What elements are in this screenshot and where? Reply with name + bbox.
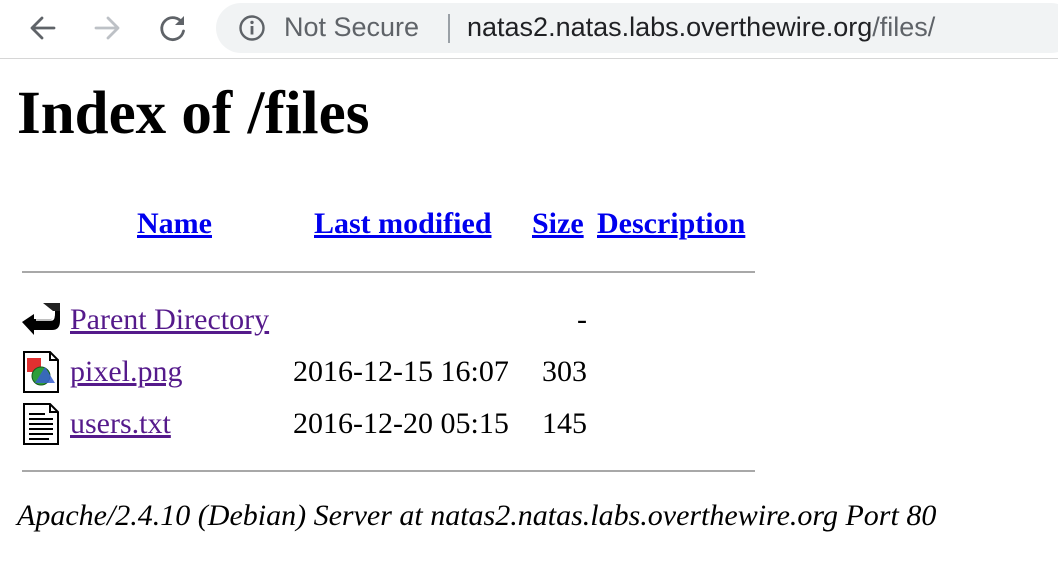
row-size: 145 [542, 407, 587, 440]
security-status-label[interactable]: Not Secure [284, 12, 419, 43]
row-size: - [577, 303, 587, 336]
url-host: natas2.natas.labs.overthewire.org [467, 12, 873, 42]
size-column-header[interactable]: Size [532, 209, 584, 239]
reload-button[interactable] [155, 10, 191, 46]
row-modified: 2016-12-15 16:07 [293, 355, 509, 388]
url-text[interactable]: natas2.natas.labs.overthewire.org/files/ [467, 12, 935, 43]
directory-listing: Name Last modified Size Description Pare… [17, 199, 762, 499]
row-size: 303 [542, 355, 587, 388]
parent-directory-link[interactable]: Parent Directory [70, 305, 269, 335]
row-modified: 2016-12-20 05:15 [293, 407, 509, 440]
text-file-icon [23, 403, 59, 445]
info-icon[interactable] [238, 14, 266, 42]
table-row: Parent Directory - [17, 299, 762, 351]
reload-icon [160, 16, 185, 41]
table-row: pixel.png 2016-12-15 16:07 303 [17, 351, 762, 403]
address-bar[interactable]: Not Secure natas2.natas.labs.overthewire… [216, 3, 1058, 53]
page-content: Index of /files Name Last modified Size … [0, 59, 1058, 568]
image-file-icon [23, 351, 59, 393]
url-path: /files/ [872, 12, 936, 42]
header-divider [22, 271, 755, 273]
arrow-left-icon [30, 16, 56, 40]
footer-divider [22, 470, 755, 472]
table-row: users.txt 2016-12-20 05:15 145 [17, 403, 762, 455]
file-link[interactable]: pixel.png [70, 357, 183, 387]
browser-toolbar: Not Secure natas2.natas.labs.overthewire… [0, 0, 1058, 59]
arrow-right-icon [94, 16, 120, 40]
name-column-header[interactable]: Name [137, 209, 212, 239]
server-signature: Apache/2.4.10 (Debian) Server at natas2.… [17, 499, 937, 532]
address-separator [448, 14, 450, 43]
back-button[interactable] [25, 10, 61, 46]
file-link[interactable]: users.txt [70, 409, 171, 439]
back-folder-icon [22, 303, 60, 335]
page-title: Index of /files [17, 80, 370, 147]
forward-button[interactable] [89, 10, 125, 46]
last-modified-column-header[interactable]: Last modified [314, 209, 492, 239]
description-column-header[interactable]: Description [597, 209, 745, 239]
